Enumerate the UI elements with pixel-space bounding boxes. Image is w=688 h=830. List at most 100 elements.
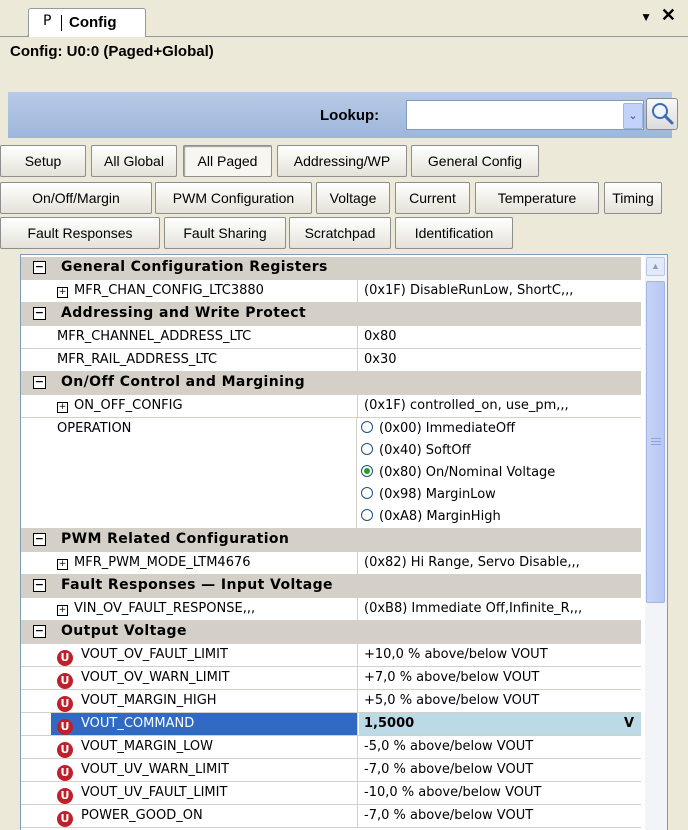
table-row[interactable]: U VOUT_MARGIN_LOW -5,0 % above/below VOUT [21,736,641,759]
property-value[interactable]: -5,0 % above/below VOUT [359,736,641,758]
collapse-icon[interactable]: − [33,533,46,546]
scroll-up-arrow-icon[interactable]: ▲ [646,257,665,276]
table-row[interactable]: U VOUT_OV_FAULT_LIMIT +10,0 % above/below … [21,644,641,667]
property-name: VIN_OV_FAULT_RESPONSE,,, [74,601,256,616]
section-button-fault-responses[interactable]: Fault Responses [0,217,160,249]
property-value[interactable]: +7,0 % above/below VOUT [359,667,641,689]
section-button-all-global[interactable]: All Global [91,145,177,177]
operation-radio-option[interactable]: (0x00) ImmediateOff [361,418,515,440]
radio-button-icon[interactable] [361,465,373,477]
category-row[interactable]: − PWM Related Configuration [21,529,641,552]
category-row[interactable]: − General Configuration Registers [21,257,641,280]
property-value[interactable]: 1,5000 V [359,713,641,735]
collapse-icon[interactable]: − [33,261,46,274]
category-row[interactable]: − Fault Responses — Input Voltage [21,575,641,598]
search-button[interactable] [646,98,678,130]
u-badge-icon: U [57,765,73,781]
table-row[interactable]: MFR_RAIL_ADDRESS_LTC 0x30 [21,349,641,372]
expand-icon[interactable]: + [57,287,68,298]
scroll-grip-line [651,444,661,445]
expand-icon[interactable]: + [57,402,68,413]
collapse-icon[interactable]: − [33,625,46,638]
collapse-icon[interactable]: − [33,579,46,592]
property-name-cell[interactable]: U VOUT_UV_WARN_LIMIT [51,759,358,781]
radio-button-icon[interactable] [361,509,373,521]
operation-radio-option[interactable]: (0x40) SoftOff [361,440,471,462]
scroll-thumb[interactable] [646,281,665,603]
p-icon-divider [61,15,62,31]
category-row[interactable]: − On/Off Control and Margining [21,372,641,395]
property-value[interactable]: (0x82) Hi Range, Servo Disable,,, [359,552,641,574]
property-value[interactable]: 0x30 [359,349,641,371]
table-row[interactable]: U VOUT_UV_FAULT_LIMIT -10,0 % above/below … [21,782,641,805]
value-dropdown-button[interactable]: V [624,713,634,735]
section-button-voltage[interactable]: Voltage [316,182,390,214]
collapse-icon[interactable]: − [33,376,46,389]
chevron-down-icon[interactable]: ▼ [640,10,652,24]
section-button-scratchpad[interactable]: Scratchpad [289,217,391,249]
tab-config[interactable]: P Config [28,8,146,37]
operation-radio-option[interactable]: (0x98) MarginLow [361,484,496,506]
radio-label: (0x80) On/Nominal Voltage [379,465,556,480]
property-value[interactable]: (0x1F) controlled_on, use_pm,,, [359,395,641,417]
table-row[interactable]: MFR_CHANNEL_ADDRESS_LTC 0x80 [21,326,641,349]
section-button-pwm-configuration[interactable]: PWM Configuration [155,182,312,214]
property-value[interactable]: +10,0 % above/below VOUT [359,644,641,666]
radio-button-icon[interactable] [361,487,373,499]
property-name-cell[interactable]: U VOUT_OV_WARN_LIMIT [51,667,358,689]
section-button-addressing-wp[interactable]: Addressing/WP [277,145,407,177]
property-name-cell[interactable]: U VOUT_UV_FAULT_LIMIT [51,782,358,804]
section-button-general-config[interactable]: General Config [411,145,539,177]
section-button-all-paged[interactable]: All Paged [183,145,272,177]
chevron-down-icon[interactable]: ⌄ [623,103,643,129]
table-row[interactable]: + MFR_PWM_MODE_LTM4676 (0x82) Hi Range, Se… [21,552,641,575]
section-button-current[interactable]: Current [395,182,470,214]
collapse-icon[interactable]: − [33,307,46,320]
category-row[interactable]: − Output Voltage [21,621,641,644]
section-button-temperature[interactable]: Temperature [475,182,599,214]
table-row[interactable]: U VOUT_UV_WARN_LIMIT -7,0 % above/below VO… [21,759,641,782]
property-name-cell[interactable]: MFR_CHANNEL_ADDRESS_LTC [51,326,358,348]
radio-button-icon[interactable] [361,443,373,455]
section-button-identification[interactable]: Identification [395,217,513,249]
property-value[interactable]: +5,0 % above/below VOUT [359,690,641,712]
property-name-cell[interactable]: + MFR_CHAN_CONFIG_LTC3880 [51,280,358,302]
table-row[interactable]: U VOUT_COMMAND 1,5000 V [21,713,641,736]
vertical-scrollbar[interactable]: ▲ [645,255,667,830]
lookup-input[interactable] [406,100,644,130]
property-name-cell[interactable]: + VIN_OV_FAULT_RESPONSE,,, [51,598,358,620]
property-name-cell[interactable]: + MFR_PWM_MODE_LTM4676 [51,552,358,574]
tab-config-label: Config [69,14,117,31]
property-value[interactable]: -10,0 % above/below VOUT [359,782,641,804]
expand-icon[interactable]: + [57,605,68,616]
property-value[interactable]: 0x80 [359,326,641,348]
radio-button-icon[interactable] [361,421,373,433]
section-button-setup[interactable]: Setup [0,145,86,177]
property-name-cell[interactable]: MFR_RAIL_ADDRESS_LTC [51,349,358,371]
table-row[interactable]: + MFR_CHAN_CONFIG_LTC3880 (0x1F) DisableRu… [21,280,641,303]
property-name-cell[interactable]: U VOUT_OV_FAULT_LIMIT [51,644,358,666]
property-name: VOUT_COMMAND [81,716,195,731]
property-value[interactable]: (0x1F) DisableRunLow, ShortC,,, [359,280,641,302]
table-row[interactable]: U POWER_GOOD_ON -7,0 % above/below VOUT [21,805,641,828]
property-name-cell[interactable]: U POWER_GOOD_ON [51,805,358,827]
close-icon[interactable]: ✕ [661,5,676,26]
table-row[interactable]: U VOUT_OV_WARN_LIMIT +7,0 % above/below VO… [21,667,641,690]
table-row[interactable]: + ON_OFF_CONFIG (0x1F) controlled_on, use_… [21,395,641,418]
operation-radio-option[interactable]: (0xA8) MarginHigh [361,506,501,528]
property-name-cell[interactable]: U VOUT_COMMAND [51,713,358,735]
section-button-on-off-margin[interactable]: On/Off/Margin [0,182,152,214]
expand-icon[interactable]: + [57,559,68,570]
property-name-cell[interactable]: U VOUT_MARGIN_LOW [51,736,358,758]
table-row[interactable]: + VIN_OV_FAULT_RESPONSE,,, (0xB8) Immediat… [21,598,641,621]
table-row[interactable]: U VOUT_MARGIN_HIGH +5,0 % above/below VOUT [21,690,641,713]
operation-radio-option[interactable]: (0x80) On/Nominal Voltage [361,462,555,484]
property-value[interactable]: -7,0 % above/below VOUT [359,805,641,827]
property-name-cell[interactable]: U VOUT_MARGIN_HIGH [51,690,358,712]
section-button-fault-sharing[interactable]: Fault Sharing [164,217,286,249]
property-value[interactable]: (0xB8) Immediate Off,Infinite_R,,, [359,598,641,620]
category-row[interactable]: − Addressing and Write Protect [21,303,641,326]
property-name-cell[interactable]: + ON_OFF_CONFIG [51,395,358,417]
property-value[interactable]: -7,0 % above/below VOUT [359,759,641,781]
section-button-timing[interactable]: Timing [604,182,662,214]
